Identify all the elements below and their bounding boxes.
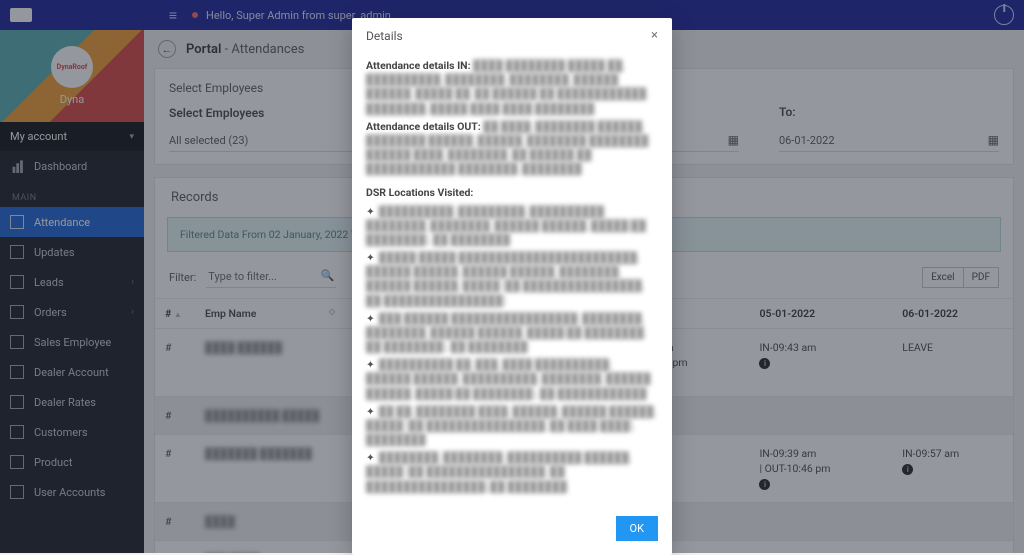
details-modal: Details × Attendance details IN: ████ ██… [352,18,672,555]
modal-backdrop[interactable]: Details × Attendance details IN: ████ ██… [0,0,1024,553]
attendance-out-label: Attendance details OUT: [366,120,481,133]
location-item: ✦██████████ ██, ███, ████ ██████████, ██… [366,358,658,401]
locations-label: DSR Locations Visited: [366,186,473,199]
attendance-in-label: Attendance details IN: [366,59,471,72]
location-item: ✦██ ██, ████████ ████, ██████, ██████ ██… [366,405,658,448]
location-item: ✦████████, ████████, ██████████ ██████, … [366,451,658,494]
location-item: ✦███ ██████ █████████████████, ████████,… [366,312,658,355]
location-item: ✦██████████, █████████, ██████████ █████… [366,205,658,248]
close-icon[interactable]: × [651,28,658,43]
modal-title: Details [366,29,403,43]
location-item: ✦█████ █████ ████████████████████████, █… [366,251,658,308]
ok-button[interactable]: OK [616,516,658,541]
